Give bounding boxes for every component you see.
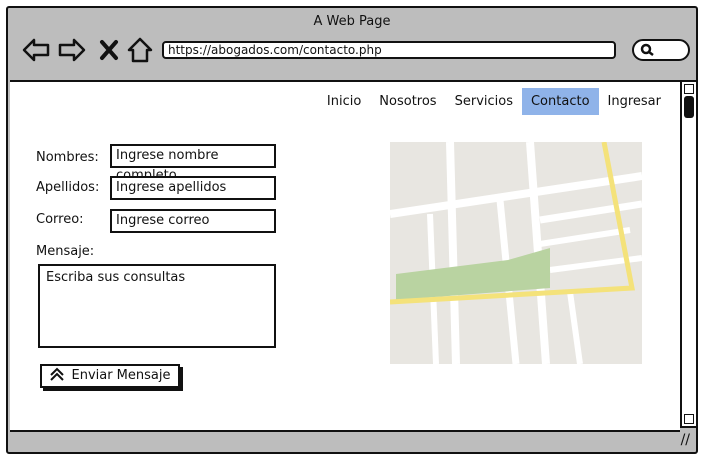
nav-item-contacto[interactable]: Contacto	[521, 88, 599, 115]
apellidos-label: Apellidos:	[36, 180, 100, 195]
page-content: Inicio Nosotros Servicios Contacto Ingre…	[10, 80, 680, 432]
browser-window: A Web Page https://abogados.com/contacto…	[6, 6, 698, 454]
window-title: A Web Page	[313, 14, 391, 29]
search-box[interactable]	[632, 39, 690, 61]
send-message-button[interactable]: Enviar Mensaje	[40, 364, 180, 388]
correo-label: Correo:	[36, 212, 84, 227]
map-image[interactable]	[390, 142, 642, 364]
mensaje-label: Mensaje:	[36, 244, 95, 259]
mensaje-textarea[interactable]: Escriba sus consultas	[38, 264, 276, 348]
forward-icon[interactable]	[58, 36, 86, 64]
home-icon[interactable]	[126, 36, 154, 64]
address-bar[interactable]: https://abogados.com/contacto.php	[162, 41, 616, 59]
nav-item-inicio[interactable]: Inicio	[318, 88, 370, 115]
nombres-label: Nombres:	[36, 150, 99, 165]
search-icon	[640, 43, 654, 56]
back-icon[interactable]	[22, 36, 50, 64]
correo-input[interactable]: Ingrese correo	[110, 209, 276, 233]
send-message-label: Enviar Mensaje	[71, 368, 171, 383]
scroll-thumb[interactable]	[684, 96, 694, 118]
resize-grip-icon[interactable]: //	[681, 432, 690, 448]
stop-icon[interactable]	[98, 36, 120, 64]
nav-item-nosotros[interactable]: Nosotros	[370, 88, 445, 115]
apellidos-input[interactable]: Ingrese apellidos	[110, 176, 276, 200]
nav-item-ingresar[interactable]: Ingresar	[599, 88, 670, 115]
nav-item-servicios[interactable]: Servicios	[446, 88, 522, 115]
vertical-scrollbar[interactable]	[680, 80, 696, 428]
scroll-down-icon[interactable]	[684, 414, 694, 424]
nombres-input[interactable]: Ingrese nombre completo	[110, 144, 276, 183]
top-menu: Inicio Nosotros Servicios Contacto Ingre…	[318, 88, 670, 115]
scroll-up-icon[interactable]	[684, 84, 694, 94]
double-chevron-up-icon	[50, 367, 65, 381]
